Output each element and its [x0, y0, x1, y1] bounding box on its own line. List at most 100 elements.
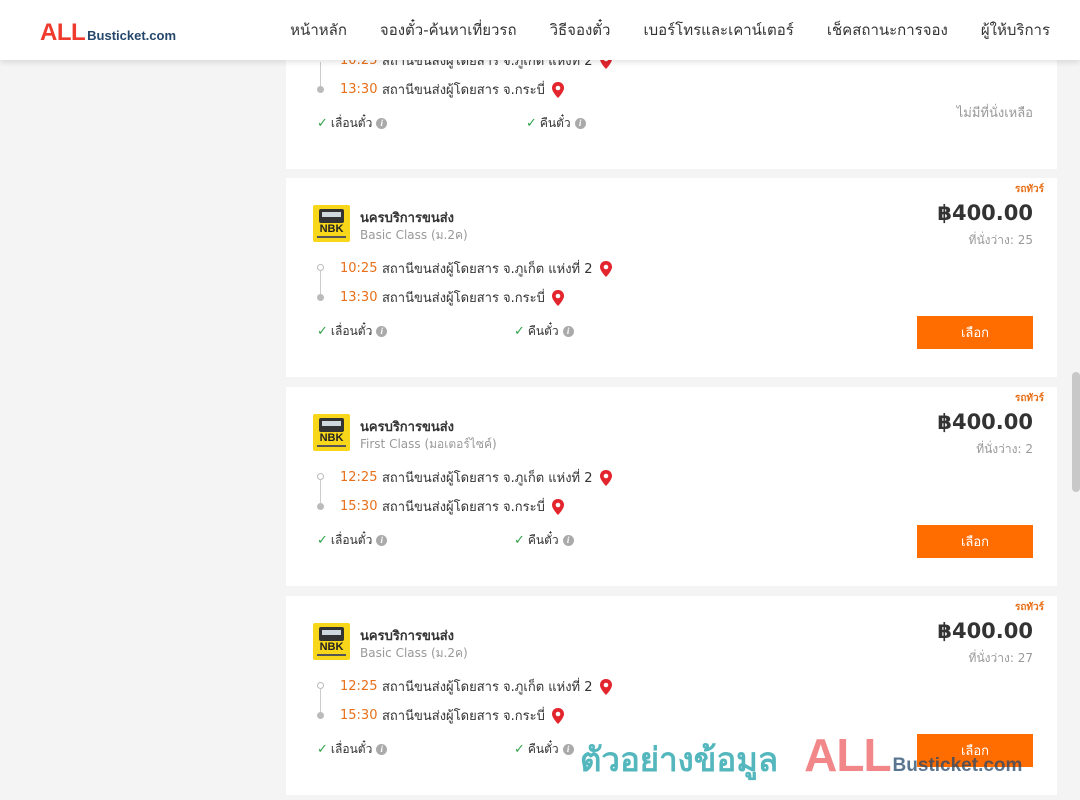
watermark-logo-all: ALL: [804, 729, 891, 781]
arrival-time: 13:30: [340, 290, 378, 305]
ticket-price: ฿400.00: [937, 201, 1033, 225]
operator-logo-text: NBK: [319, 432, 344, 444]
info-icon[interactable]: i: [376, 535, 388, 546]
main-nav: หน้าหลัก จองตั๋ว-ค้นหาเที่ยวรถ วิธีจองตั…: [290, 0, 1050, 60]
nav-check-status[interactable]: เช็คสถานะการจอง: [827, 18, 948, 42]
seats-available: ที่นั่งว่าง: 27: [968, 651, 1033, 665]
refund-ticket: ✓ คืนตั๋ว i: [514, 740, 574, 759]
bus-icon: [319, 209, 344, 223]
change-ticket-label: เลื่อนตั๋ว: [330, 742, 373, 756]
sample-data-watermark: ตัวอย่างข้อมูล ALL Busticket.com: [580, 728, 1022, 786]
departure-dot: [317, 264, 324, 271]
route-line: [320, 689, 321, 712]
operator-logo: NBK: [313, 414, 350, 451]
departure-station: สถานีขนส่งผู้โดยสาร จ.ภูเก็ต แห่งที่ 2: [382, 471, 593, 486]
arrival-dot: [317, 712, 324, 719]
operator-name: นครบริการขนส่ง: [360, 629, 455, 644]
map-pin-icon[interactable]: [598, 469, 614, 487]
map-pin-icon[interactable]: [550, 81, 566, 99]
map-pin-icon[interactable]: [550, 498, 566, 516]
refund-ticket-label: คืนตั๋ว: [527, 742, 559, 756]
select-trip-button[interactable]: เลือก: [917, 525, 1033, 558]
seats-available: ที่นั่งว่าง: 25: [968, 233, 1033, 247]
nav-home[interactable]: หน้าหลัก: [290, 18, 347, 42]
check-icon: ✓: [526, 116, 537, 131]
site-header: ALL Busticket.com หน้าหลัก จองตั๋ว-ค้นหา…: [0, 0, 1080, 60]
bus-type-badge: รถทัวร์: [1014, 184, 1044, 195]
arrival-station: สถานีขนส่งผู้โดยสาร จ.กระบี่: [382, 500, 545, 515]
ticket-price: ฿400.00: [937, 410, 1033, 434]
arrival-row: 15:30 สถานีขนส่งผู้โดยสาร จ.กระบี่: [340, 496, 566, 517]
arrival-time: 13:30: [340, 82, 378, 97]
check-icon: ✓: [514, 533, 525, 548]
departure-dot: [317, 682, 324, 689]
logo-busticket: Busticket.com: [87, 28, 177, 43]
departure-row: 10:25 สถานีขนส่งผู้โดยสาร จ.ภูเก็ต แห่งท…: [340, 258, 614, 279]
departure-station: สถานีขนส่งผู้โดยสาร จ.ภูเก็ต แห่งที่ 2: [382, 262, 593, 277]
info-icon[interactable]: i: [562, 326, 574, 337]
check-icon: ✓: [514, 742, 525, 757]
trip-card: รถทัวร์ NBK นครบริการขนส่ง Basic Class (…: [286, 178, 1057, 377]
nav-phone-counters[interactable]: เบอร์โทรและเคาน์เตอร์: [643, 18, 793, 42]
refund-ticket: ✓ คืนตั๋ว i: [526, 114, 586, 133]
departure-time: 10:25: [340, 261, 378, 276]
arrival-station: สถานีขนส่งผู้โดยสาร จ.กระบี่: [382, 291, 545, 306]
map-pin-icon[interactable]: [550, 707, 566, 725]
change-ticket-label: เลื่อนตั๋ว: [330, 116, 373, 130]
check-icon: ✓: [317, 533, 328, 548]
operator-logo: NBK: [313, 205, 350, 242]
arrival-time: 15:30: [340, 708, 378, 723]
info-icon[interactable]: i: [376, 326, 388, 337]
departure-time: 12:25: [340, 679, 378, 694]
operator-name: นครบริการขนส่ง: [360, 211, 455, 226]
bus-class: Basic Class (ม.2ค): [360, 646, 468, 660]
site-logo[interactable]: ALL Busticket.com: [40, 19, 176, 47]
arrival-dot: [317, 503, 324, 510]
bus-class: First Class (มอเตอร์ไซค์): [360, 437, 497, 451]
no-seats-text: ไม่มีที่นั่งเหลือ: [956, 106, 1033, 121]
route-line: [320, 271, 321, 294]
arrival-row: 13:30 สถานีขนส่งผู้โดยสาร จ.กระบี่: [340, 79, 566, 100]
map-pin-icon[interactable]: [550, 289, 566, 307]
operator-name: นครบริการขนส่ง: [360, 420, 455, 435]
info-icon[interactable]: i: [562, 535, 574, 546]
departure-dot: [317, 473, 324, 480]
info-icon[interactable]: i: [376, 118, 388, 129]
page-scrollbar[interactable]: [1072, 372, 1080, 492]
departure-row: 12:25 สถานีขนส่งผู้โดยสาร จ.ภูเก็ต แห่งท…: [340, 676, 614, 697]
change-ticket: ✓ เลื่อนตั๋ว i: [317, 322, 388, 341]
change-ticket-label: เลื่อนตั๋ว: [330, 533, 373, 547]
map-pin-icon[interactable]: [598, 678, 614, 696]
map-pin-icon[interactable]: [598, 260, 614, 278]
bus-icon: [319, 627, 344, 641]
seats-available: ที่นั่งว่าง: 2: [976, 442, 1033, 456]
refund-ticket-label: คืนตั๋ว: [527, 324, 559, 338]
info-icon[interactable]: i: [376, 744, 388, 755]
check-icon: ✓: [317, 742, 328, 757]
departure-station: สถานีขนส่งผู้โดยสาร จ.ภูเก็ต แห่งที่ 2: [382, 680, 593, 695]
arrival-station: สถานีขนส่งผู้โดยสาร จ.กระบี่: [382, 709, 545, 724]
select-trip-button[interactable]: เลือก: [917, 316, 1033, 349]
refund-ticket: ✓ คืนตั๋ว i: [514, 531, 574, 550]
arrival-time: 15:30: [340, 499, 378, 514]
nav-book-search[interactable]: จองตั๋ว-ค้นหาเที่ยวรถ: [380, 18, 517, 42]
refund-ticket-label: คืนตั๋ว: [527, 533, 559, 547]
check-icon: ✓: [514, 324, 525, 339]
nav-operators[interactable]: ผู้ให้บริการ: [981, 18, 1050, 42]
arrival-row: 15:30 สถานีขนส่งผู้โดยสาร จ.กระบี่: [340, 705, 566, 726]
arrival-dot: [317, 86, 324, 93]
info-icon[interactable]: i: [574, 118, 586, 129]
nav-how-to-book[interactable]: วิธีจองตั๋ว: [550, 18, 611, 42]
operator-logo-text: NBK: [319, 641, 344, 653]
departure-time: 12:25: [340, 470, 378, 485]
info-icon[interactable]: i: [562, 744, 574, 755]
arrival-station: สถานีขนส่งผู้โดยสาร จ.กระบี่: [382, 83, 545, 98]
bus-icon: [319, 418, 344, 432]
arrival-dot: [317, 294, 324, 301]
operator-logo: NBK: [313, 623, 350, 660]
watermark-text: ตัวอย่างข้อมูล: [580, 740, 779, 779]
change-ticket: ✓ เลื่อนตั๋ว i: [317, 740, 388, 759]
bus-type-badge: รถทัวร์: [1014, 393, 1044, 404]
change-ticket: ✓ เลื่อนตั๋ว i: [317, 114, 388, 133]
check-icon: ✓: [317, 116, 328, 131]
